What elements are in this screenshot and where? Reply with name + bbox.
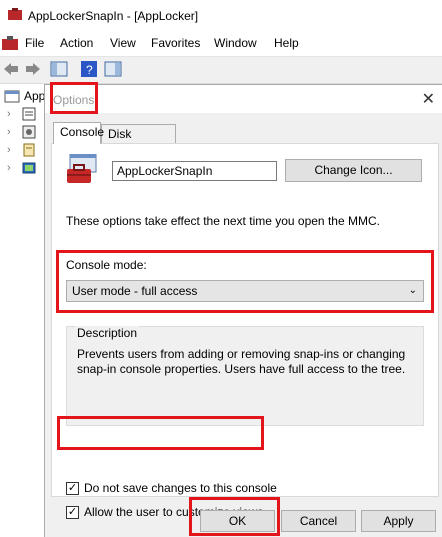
- console-mode-select[interactable]: User mode - full access ⌄: [66, 280, 424, 302]
- dialog-titlebar: Options ✕: [45, 85, 442, 113]
- menu-window[interactable]: Window: [214, 36, 257, 50]
- console-mode-label: Console mode:: [66, 258, 147, 272]
- change-icon-button[interactable]: Change Icon...: [285, 159, 422, 182]
- checkbox-do-not-save[interactable]: ✓: [66, 482, 79, 495]
- menubar: File Action View Favorites Window Help: [0, 32, 442, 54]
- applocker-root-icon[interactable]: [4, 88, 20, 104]
- console-name-field[interactable]: AppLockerSnapIn: [112, 161, 277, 181]
- show-hide-tree-icon[interactable]: [50, 60, 68, 78]
- checkbox-allow-customize[interactable]: ✓: [66, 506, 79, 519]
- tab-console[interactable]: Console: [53, 122, 104, 144]
- window-titlebar: AppLockerSnapIn - [AppLocker]: [0, 0, 442, 30]
- chevron-right-icon[interactable]: ›: [7, 108, 11, 120]
- console-menu-icon[interactable]: [2, 36, 18, 50]
- chevron-down-icon: ⌄: [408, 285, 417, 296]
- toolbar: ?: [0, 56, 442, 84]
- installer-icon: [22, 125, 36, 139]
- console-toolbox-icon: [66, 153, 100, 186]
- tree-item[interactable]: ›: [0, 142, 44, 160]
- chevron-right-icon[interactable]: ›: [7, 126, 11, 138]
- svg-text:?: ?: [86, 63, 93, 77]
- close-icon[interactable]: ✕: [422, 89, 435, 109]
- chevron-right-icon[interactable]: ›: [7, 144, 11, 156]
- apply-button[interactable]: Apply: [361, 510, 436, 532]
- tree-root-label[interactable]: App: [24, 89, 45, 103]
- tree-item[interactable]: ›: [0, 124, 44, 142]
- menu-favorites[interactable]: Favorites: [151, 36, 200, 50]
- console-mode-value: User mode - full access: [72, 284, 198, 298]
- description-label: Description: [75, 326, 140, 340]
- options-dialog: Options ✕ Console Disk Cleanup AppLocker…: [44, 84, 442, 537]
- show-action-pane-icon[interactable]: [104, 60, 122, 78]
- tab-disk-cleanup[interactable]: Disk Cleanup: [101, 124, 176, 160]
- forward-arrow-icon[interactable]: [24, 60, 42, 78]
- app-icon: [8, 8, 22, 20]
- info-text: These options take effect the next time …: [66, 214, 380, 228]
- help-icon[interactable]: ?: [80, 60, 98, 78]
- tree-item[interactable]: ›: [0, 106, 44, 124]
- menu-file[interactable]: File: [25, 36, 44, 50]
- console-tree: App › › › ›: [0, 86, 45, 536]
- tree-item[interactable]: ›: [0, 160, 44, 178]
- rules-icon: [22, 107, 36, 121]
- checkbox-do-not-save-label[interactable]: Do not save changes to this console: [84, 481, 277, 495]
- back-arrow-icon[interactable]: [2, 60, 20, 78]
- description-text: Prevents users from adding or removing s…: [77, 347, 406, 376]
- cancel-button[interactable]: Cancel: [281, 510, 356, 532]
- description-groupbox: Description Prevents users from adding o…: [66, 326, 424, 426]
- window-title: AppLockerSnapIn - [AppLocker]: [28, 9, 199, 23]
- dialog-title: Options: [53, 93, 95, 107]
- menu-help[interactable]: Help: [274, 36, 299, 50]
- menu-action[interactable]: Action: [60, 36, 93, 50]
- chevron-right-icon[interactable]: ›: [7, 162, 11, 174]
- packaged-app-icon: [22, 162, 36, 174]
- script-icon: [23, 143, 35, 157]
- console-tab-panel: AppLockerSnapIn Change Icon... These opt…: [51, 143, 439, 519]
- menu-view[interactable]: View: [110, 36, 136, 50]
- ok-button[interactable]: OK: [200, 510, 275, 532]
